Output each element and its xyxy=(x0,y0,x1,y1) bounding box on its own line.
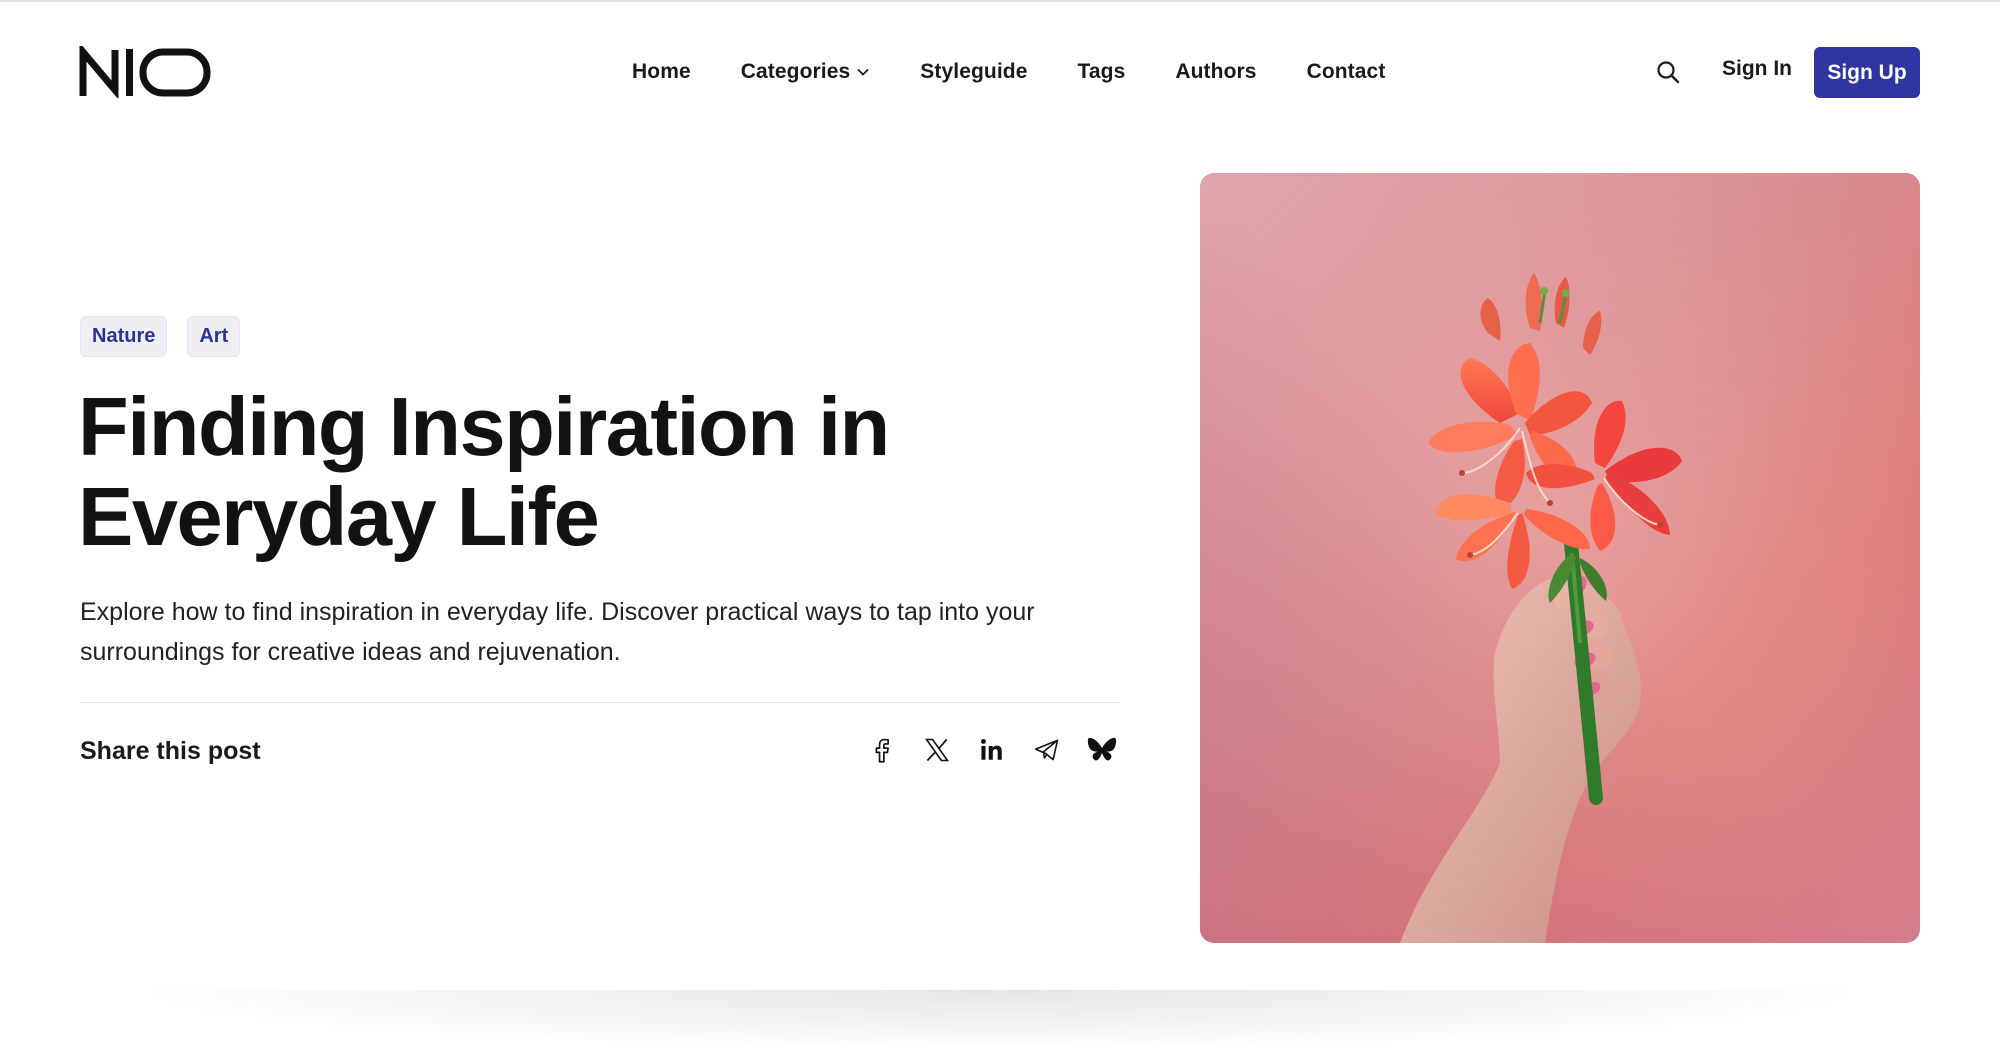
sign-up-button[interactable]: Sign Up xyxy=(1814,47,1920,98)
post-tags: Nature Art xyxy=(80,316,260,357)
nav-categories-label: Categories xyxy=(740,60,851,83)
share-label: Share this post xyxy=(80,737,261,765)
search-icon xyxy=(1657,61,1680,84)
nav-authors[interactable]: Authors xyxy=(1175,60,1256,84)
flower-bouquet-image xyxy=(1200,173,1920,943)
bluesky-icon xyxy=(1087,737,1117,761)
x-icon xyxy=(924,738,950,762)
post-excerpt: Explore how to find inspiration in every… xyxy=(80,598,1035,666)
nav-home-label: Home xyxy=(632,60,691,83)
nav-authors-label: Authors xyxy=(1175,60,1257,83)
nav-categories[interactable]: Categories xyxy=(741,60,871,84)
tag-art[interactable]: Art xyxy=(187,316,241,357)
next-section-shadow xyxy=(120,990,1880,1050)
chevron-down-icon xyxy=(857,68,869,76)
linkedin-icon xyxy=(981,739,1002,760)
facebook-icon xyxy=(875,738,889,763)
post-feature-image xyxy=(1200,173,1920,943)
share-linkedin-button[interactable] xyxy=(976,734,1008,766)
nav-tags[interactable]: Tags xyxy=(1078,60,1126,84)
nav-tags-label: Tags xyxy=(1077,60,1126,83)
nav-home[interactable]: Home xyxy=(632,60,691,84)
nav-contact-label: Contact xyxy=(1306,60,1386,83)
share-bluesky-button[interactable] xyxy=(1086,734,1118,766)
search-button[interactable] xyxy=(1655,59,1681,85)
post-title: Finding Inspiration in Everyday Life xyxy=(78,380,890,563)
tag-nature[interactable]: Nature xyxy=(80,316,168,357)
nav-contact[interactable]: Contact xyxy=(1307,60,1386,84)
nav-styleguide[interactable]: Styleguide xyxy=(920,60,1027,84)
share-icons xyxy=(866,734,1118,766)
share-facebook-button[interactable] xyxy=(866,734,898,766)
divider xyxy=(80,702,1120,703)
top-border xyxy=(0,0,2000,2)
sign-in-link[interactable]: Sign In xyxy=(1722,57,1792,81)
telegram-icon xyxy=(1034,739,1059,761)
nav-styleguide-label: Styleguide xyxy=(920,60,1028,83)
site-logo[interactable] xyxy=(79,42,212,100)
share-x-button[interactable] xyxy=(921,734,953,766)
main-nav: Home Categories Styleguide Tags Authors … xyxy=(632,56,1385,88)
nio-logo-mark xyxy=(79,42,211,100)
share-telegram-button[interactable] xyxy=(1031,734,1063,766)
